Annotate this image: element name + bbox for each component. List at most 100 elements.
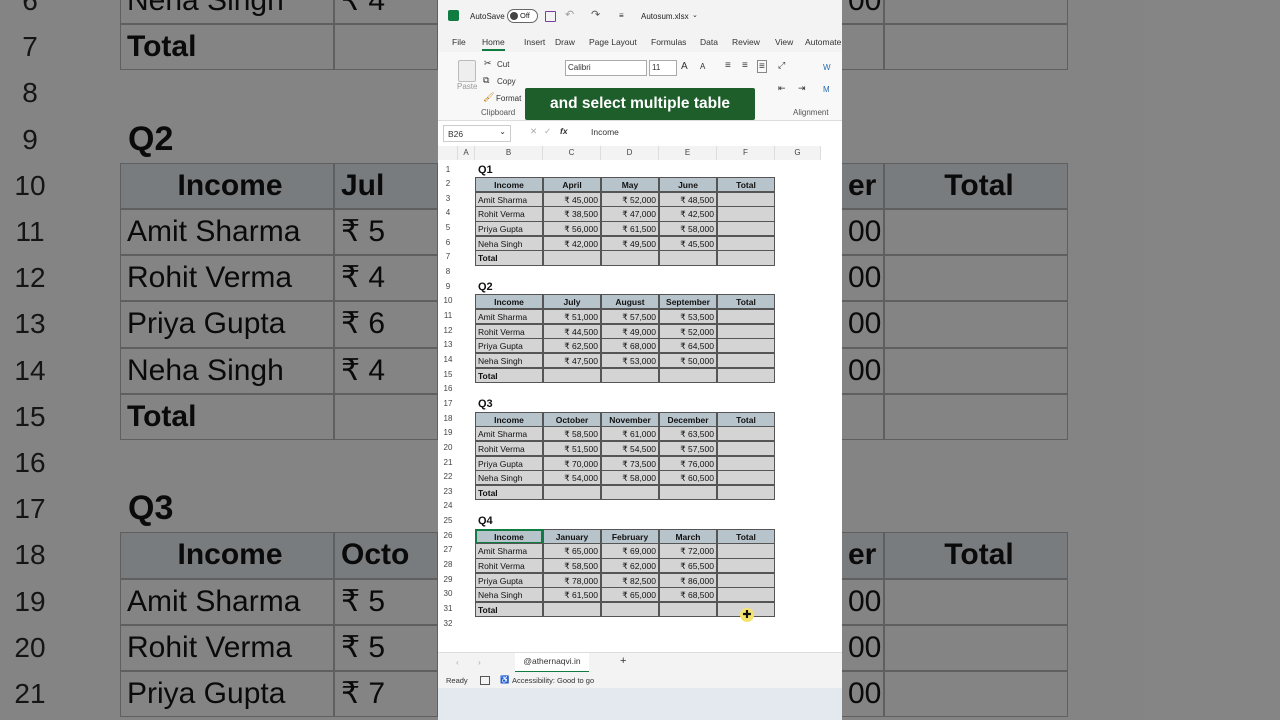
value-cell[interactable]: ₹ 64,500 bbox=[659, 338, 717, 354]
table-header-cell[interactable]: Income bbox=[475, 528, 543, 544]
menu-item-page-layout[interactable]: Page Layout bbox=[589, 37, 637, 47]
menu-item-draw[interactable]: Draw bbox=[555, 37, 575, 47]
row-name-cell[interactable]: Amit Sharma bbox=[475, 191, 543, 207]
value-cell[interactable]: ₹ 61,500 bbox=[601, 221, 659, 237]
row-name-cell[interactable]: Neha Singh bbox=[475, 352, 543, 369]
column-header-e[interactable]: E bbox=[659, 146, 717, 160]
menu-item-file[interactable]: File bbox=[452, 37, 466, 47]
row-header-3[interactable]: 3 bbox=[438, 192, 458, 207]
total-label-cell[interactable]: Total bbox=[475, 602, 543, 618]
row-header-22[interactable]: 22 bbox=[438, 470, 458, 485]
row-header-26[interactable]: 26 bbox=[438, 529, 458, 544]
table-header-cell[interactable]: April bbox=[543, 177, 601, 193]
format-painter-button[interactable]: Format bbox=[496, 94, 521, 103]
row-header-25[interactable]: 25 bbox=[438, 514, 458, 529]
row-header-14[interactable]: 14 bbox=[438, 353, 458, 368]
merge-button[interactable]: M bbox=[823, 85, 830, 94]
row-header-9[interactable]: 9 bbox=[438, 280, 458, 295]
table-header-cell[interactable]: Total bbox=[717, 528, 775, 544]
undo-icon[interactable]: ↶ bbox=[565, 8, 574, 21]
value-cell[interactable] bbox=[717, 455, 775, 471]
row-header-30[interactable]: 30 bbox=[438, 587, 458, 602]
total-label-cell[interactable]: Total bbox=[475, 484, 543, 500]
table-header-cell[interactable]: February bbox=[601, 528, 659, 544]
total-cell[interactable] bbox=[717, 484, 775, 500]
total-cell[interactable] bbox=[601, 250, 659, 266]
align-bottom-icon[interactable]: ≡ bbox=[757, 60, 767, 73]
row-header-27[interactable]: 27 bbox=[438, 543, 458, 558]
next-sheet-icon[interactable]: › bbox=[478, 657, 481, 667]
value-cell[interactable] bbox=[717, 352, 775, 369]
table-header-cell[interactable]: July bbox=[543, 294, 601, 310]
row-header-4[interactable]: 4 bbox=[438, 206, 458, 221]
row-header-32[interactable]: 32 bbox=[438, 617, 458, 632]
total-cell[interactable] bbox=[543, 250, 601, 266]
column-header-b[interactable]: B bbox=[475, 146, 543, 160]
value-cell[interactable]: ₹ 53,000 bbox=[601, 352, 659, 369]
total-cell[interactable] bbox=[717, 367, 775, 383]
value-cell[interactable]: ₹ 47,500 bbox=[543, 352, 601, 369]
value-cell[interactable]: ₹ 76,000 bbox=[659, 455, 717, 471]
value-cell[interactable]: ₹ 56,000 bbox=[543, 221, 601, 237]
value-cell[interactable] bbox=[717, 338, 775, 354]
value-cell[interactable] bbox=[717, 470, 775, 486]
total-cell[interactable] bbox=[601, 602, 659, 618]
select-all-corner[interactable] bbox=[438, 146, 458, 160]
value-cell[interactable]: ₹ 61,000 bbox=[601, 426, 659, 442]
sheet-tab-active[interactable]: @athernaqvi.in bbox=[515, 653, 589, 673]
file-name[interactable]: Autosum.xlsx bbox=[641, 12, 689, 21]
row-header-24[interactable]: 24 bbox=[438, 499, 458, 514]
value-cell[interactable]: ₹ 58,000 bbox=[601, 470, 659, 486]
row-header-1[interactable]: 1 bbox=[438, 163, 458, 178]
row-name-cell[interactable]: Rohit Verma bbox=[475, 206, 543, 222]
value-cell[interactable]: ₹ 54,500 bbox=[601, 440, 659, 456]
row-name-cell[interactable]: Rohit Verma bbox=[475, 323, 543, 339]
row-header-12[interactable]: 12 bbox=[438, 324, 458, 339]
value-cell[interactable]: ₹ 42,500 bbox=[659, 206, 717, 222]
macro-icon[interactable] bbox=[480, 676, 490, 685]
value-cell[interactable]: ₹ 60,500 bbox=[659, 470, 717, 486]
table-header-cell[interactable]: March bbox=[659, 528, 717, 544]
row-header-16[interactable]: 16 bbox=[438, 382, 458, 397]
value-cell[interactable]: ₹ 62,000 bbox=[601, 558, 659, 574]
value-cell[interactable]: ₹ 73,500 bbox=[601, 455, 659, 471]
paste-label[interactable]: Paste bbox=[457, 82, 477, 91]
indent-decrease-icon[interactable]: ⇤ bbox=[778, 83, 786, 94]
autosave-toggle[interactable]: Off bbox=[507, 9, 538, 23]
value-cell[interactable]: ₹ 86,000 bbox=[659, 572, 717, 588]
table-header-cell[interactable]: Income bbox=[475, 177, 543, 193]
value-cell[interactable]: ₹ 68,500 bbox=[659, 587, 717, 603]
total-cell[interactable] bbox=[543, 367, 601, 383]
indent-increase-icon[interactable]: ⇥ bbox=[798, 83, 806, 94]
table-header-cell[interactable]: January bbox=[543, 528, 601, 544]
value-cell[interactable]: ₹ 65,000 bbox=[543, 543, 601, 559]
table-header-cell[interactable]: Total bbox=[717, 294, 775, 310]
total-cell[interactable] bbox=[543, 602, 601, 618]
column-header-a[interactable]: A bbox=[458, 146, 475, 160]
formula-input[interactable]: Income bbox=[591, 127, 619, 137]
add-sheet-button[interactable]: + bbox=[620, 655, 626, 667]
value-cell[interactable]: ₹ 38,500 bbox=[543, 206, 601, 222]
value-cell[interactable] bbox=[717, 426, 775, 442]
menu-item-data[interactable]: Data bbox=[700, 37, 718, 47]
row-name-cell[interactable]: Priya Gupta bbox=[475, 221, 543, 237]
menu-item-formulas[interactable]: Formulas bbox=[651, 37, 686, 47]
value-cell[interactable]: ₹ 51,000 bbox=[543, 309, 601, 325]
value-cell[interactable]: ₹ 78,000 bbox=[543, 572, 601, 588]
row-header-11[interactable]: 11 bbox=[438, 309, 458, 324]
value-cell[interactable] bbox=[717, 191, 775, 207]
row-header-8[interactable]: 8 bbox=[438, 265, 458, 280]
column-header-f[interactable]: F bbox=[717, 146, 775, 160]
save-icon[interactable] bbox=[545, 11, 556, 22]
total-cell[interactable] bbox=[543, 484, 601, 500]
value-cell[interactable]: ₹ 57,500 bbox=[659, 440, 717, 456]
value-cell[interactable]: ₹ 45,000 bbox=[543, 191, 601, 207]
row-name-cell[interactable]: Amit Sharma bbox=[475, 309, 543, 325]
value-cell[interactable]: ₹ 61,500 bbox=[543, 587, 601, 603]
row-name-cell[interactable]: Neha Singh bbox=[475, 235, 543, 251]
row-header-28[interactable]: 28 bbox=[438, 558, 458, 573]
menu-item-automate[interactable]: Automate bbox=[805, 37, 841, 47]
redo-icon[interactable]: ↷ bbox=[591, 8, 600, 21]
prev-sheet-icon[interactable]: ‹ bbox=[456, 657, 459, 667]
row-header-21[interactable]: 21 bbox=[438, 456, 458, 471]
